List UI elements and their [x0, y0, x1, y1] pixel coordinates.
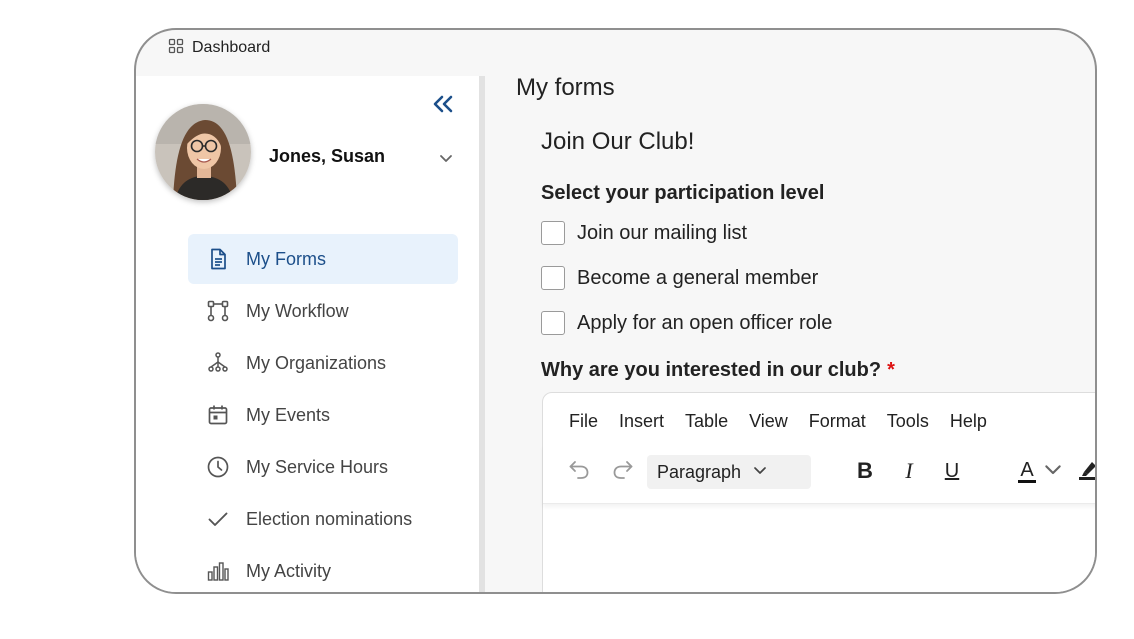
- sidebar-item-label: My Events: [246, 404, 331, 425]
- double-chevron-left-icon: [432, 93, 454, 120]
- sidebar-item-label: My Service Hours: [246, 456, 389, 477]
- option-label: Join our mailing list: [577, 221, 748, 244]
- app-window: Dashboard Jones, Susan My Forms My Workf…: [134, 28, 1097, 594]
- chevron-down-icon: [1041, 457, 1065, 486]
- undo-button[interactable]: [565, 457, 593, 485]
- chevron-down-icon: [751, 461, 811, 484]
- editor-toolbar: Paragraph B I U A: [543, 445, 1095, 504]
- checkmark-icon: [205, 506, 231, 532]
- participation-label: Select your participation level: [541, 182, 825, 204]
- bold-icon: B: [857, 458, 873, 483]
- bar-chart-icon: [205, 558, 231, 584]
- sidebar-item-election-nominations[interactable]: Election nominations: [188, 494, 458, 544]
- text-color-button[interactable]: A: [1013, 457, 1041, 485]
- calendar-icon: [205, 402, 231, 428]
- avatar[interactable]: [155, 104, 251, 200]
- user-menu-button[interactable]: [436, 148, 456, 168]
- question-text: Why are you interested in our club?: [541, 359, 882, 381]
- underline-icon: U: [944, 459, 960, 482]
- workflow-icon: [205, 298, 231, 324]
- dashboard-link[interactable]: Dashboard: [168, 38, 270, 58]
- clock-icon: [205, 454, 231, 480]
- sidebar-item-label: My Forms: [246, 248, 326, 269]
- redo-icon: [611, 457, 635, 486]
- document-icon: [205, 246, 231, 272]
- italic-button[interactable]: I: [895, 457, 923, 485]
- checkbox[interactable]: [541, 311, 565, 335]
- block-format-select[interactable]: Paragraph: [647, 455, 811, 489]
- block-format-value: Paragraph: [657, 461, 742, 482]
- editor-menubar: File Insert Table View Format Tools Help: [569, 411, 1008, 432]
- dashboard-label: Dashboard: [192, 39, 271, 56]
- redo-button[interactable]: [609, 457, 637, 485]
- chevron-down-icon: [436, 155, 456, 172]
- sidebar-item-my-service-hours[interactable]: My Service Hours: [188, 442, 458, 492]
- sidebar-item-my-workflow[interactable]: My Workflow: [188, 286, 458, 336]
- form-title: Join Our Club!: [541, 128, 695, 155]
- option-officer-role[interactable]: Apply for an open officer role: [541, 311, 832, 335]
- page-title: My forms: [516, 74, 615, 101]
- checkbox[interactable]: [541, 266, 565, 290]
- sidebar-item-my-events[interactable]: My Events: [188, 390, 458, 440]
- sidebar: Jones, Susan My Forms My Workflow My Org…: [136, 76, 485, 592]
- organizations-icon: [205, 350, 231, 376]
- menu-view[interactable]: View: [749, 411, 788, 432]
- highlighter-icon: [1077, 457, 1095, 486]
- menu-table[interactable]: Table: [685, 411, 728, 432]
- grid-icon: [168, 38, 184, 59]
- option-label: Apply for an open officer role: [577, 311, 833, 334]
- option-general-member[interactable]: Become a general member: [541, 266, 818, 290]
- sidebar-item-label: My Workflow: [246, 300, 349, 321]
- interest-question-label: Why are you interested in our club? *: [541, 359, 895, 382]
- menu-insert[interactable]: Insert: [619, 411, 664, 432]
- sidebar-item-label: My Activity: [246, 560, 332, 581]
- underline-button[interactable]: U: [938, 457, 966, 485]
- sidebar-item-my-activity[interactable]: My Activity: [188, 546, 458, 592]
- text-color-icon: A: [1018, 458, 1036, 483]
- bold-button[interactable]: B: [851, 457, 879, 485]
- menu-file[interactable]: File: [569, 411, 598, 432]
- menu-format[interactable]: Format: [809, 411, 866, 432]
- collapse-sidebar-button[interactable]: [429, 92, 457, 120]
- user-name: Jones, Susan: [269, 146, 386, 166]
- sidebar-nav: My Forms My Workflow My Organizations My…: [188, 234, 458, 592]
- required-marker: *: [887, 359, 895, 381]
- option-label: Become a general member: [577, 266, 819, 289]
- undo-icon: [567, 457, 591, 486]
- sidebar-item-label: My Organizations: [246, 352, 387, 373]
- checkbox[interactable]: [541, 221, 565, 245]
- sidebar-item-my-organizations[interactable]: My Organizations: [188, 338, 458, 388]
- rich-text-editor[interactable]: File Insert Table View Format Tools Help: [542, 392, 1095, 592]
- option-mailing-list[interactable]: Join our mailing list: [541, 221, 747, 245]
- menu-help[interactable]: Help: [950, 411, 987, 432]
- highlight-button[interactable]: [1075, 457, 1095, 486]
- menu-tools[interactable]: Tools: [887, 411, 929, 432]
- text-color-dropdown[interactable]: [1043, 457, 1063, 485]
- sidebar-item-my-forms[interactable]: My Forms: [188, 234, 458, 284]
- italic-icon: I: [905, 458, 913, 483]
- sidebar-item-label: Election nominations: [246, 508, 413, 529]
